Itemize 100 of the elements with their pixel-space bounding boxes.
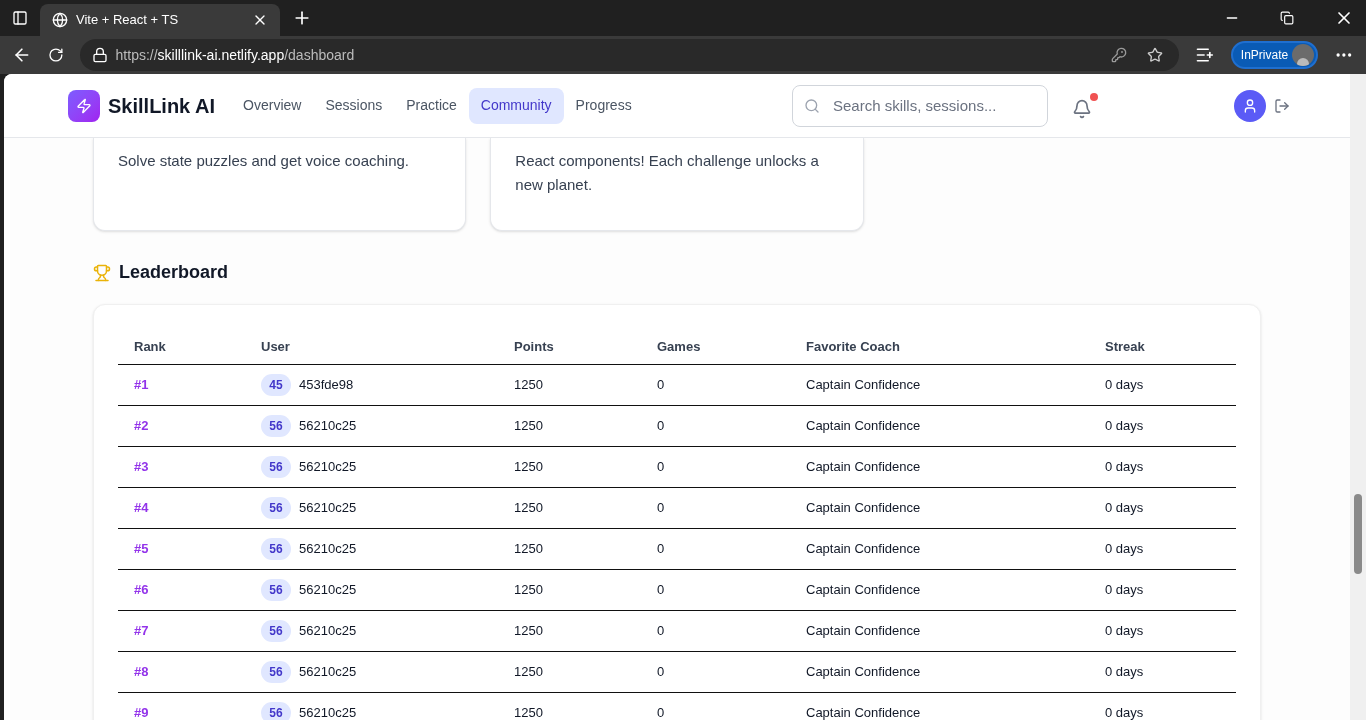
notification-bell[interactable] xyxy=(1072,92,1098,119)
star-icon[interactable] xyxy=(1147,47,1164,63)
user-cell-text: 56210c25 xyxy=(299,622,357,641)
points-cell: 1250 xyxy=(514,418,543,434)
points-cell: 1250 xyxy=(514,623,543,639)
url-text: https://skilllink-ai.netlify.app/dashboard xyxy=(115,45,356,65)
streak-cell: 0 days xyxy=(1105,705,1144,720)
user-badge: 56 xyxy=(261,661,291,683)
rank-cell: #8 xyxy=(134,664,149,680)
games-cell: 0 xyxy=(657,705,665,720)
favorites-icon[interactable] xyxy=(1195,45,1215,65)
games-cell: 0 xyxy=(657,500,665,516)
games-cell: 0 xyxy=(657,418,665,434)
rank-cell: #9 xyxy=(134,705,149,720)
nav-tab[interactable]: Overview xyxy=(231,87,314,124)
card-description: new planet. xyxy=(515,175,594,195)
section-title: Leaderboard xyxy=(119,261,229,284)
points-cell: 1250 xyxy=(514,582,543,598)
search-icon xyxy=(804,97,820,114)
sidebar-icon[interactable] xyxy=(12,10,28,26)
user-badge: 56 xyxy=(261,702,291,720)
coach-cell: Captain Confidence xyxy=(806,459,921,475)
streak-cell: 0 days xyxy=(1105,582,1144,598)
user-cell-text: 56210c25 xyxy=(299,663,357,682)
nav-tab[interactable]: Progress xyxy=(563,87,644,124)
streak-cell: 0 days xyxy=(1105,418,1144,434)
globe-icon xyxy=(52,12,68,28)
rank-cell: #1 xyxy=(134,377,149,393)
streak-cell: 0 days xyxy=(1105,459,1144,475)
brand-name[interactable]: SkillLink AI xyxy=(108,90,216,121)
rank-cell: #5 xyxy=(134,541,149,557)
points-cell: 1250 xyxy=(514,459,543,475)
game-card[interactable]: React components! Each challenge unlocks a new planet. xyxy=(490,138,864,231)
user-badge: 56 xyxy=(261,497,291,519)
avatar-icon xyxy=(1292,44,1315,66)
coach-cell: Captain Confidence xyxy=(806,623,921,639)
column-header: Games xyxy=(657,338,701,354)
points-cell: 1250 xyxy=(514,377,543,393)
streak-cell: 0 days xyxy=(1105,500,1144,516)
browser-tab[interactable]: Vite + React + TS xyxy=(40,4,280,36)
coach-cell: Captain Confidence xyxy=(806,500,921,516)
inprivate-badge[interactable]: InPrivate xyxy=(1230,41,1319,69)
address-bar[interactable]: https://skilllink-ai.netlify.app/dashboard xyxy=(79,39,1180,71)
user-cell-text: 56210c25 xyxy=(299,499,357,518)
points-cell: 1250 xyxy=(514,500,543,516)
search-field[interactable]: Search skills, sessions... xyxy=(792,84,1048,127)
user-cell-text: 453fde98 xyxy=(299,376,354,395)
games-cell: 0 xyxy=(657,459,665,475)
rank-cell: #7 xyxy=(134,623,149,639)
coach-cell: Captain Confidence xyxy=(806,582,921,598)
user-cell-text: 56210c25 xyxy=(299,417,357,436)
rank-cell: #3 xyxy=(134,459,149,475)
games-cell: 0 xyxy=(657,664,665,680)
coach-cell: Captain Confidence xyxy=(806,418,921,434)
games-cell: 0 xyxy=(657,377,665,393)
user-cell-text: 56210c25 xyxy=(299,458,357,477)
card-description: Solve state puzzles and get voice coaching. xyxy=(118,151,410,171)
games-cell: 0 xyxy=(657,541,665,557)
rank-cell: #2 xyxy=(134,418,149,434)
user-cell-text: 56210c25 xyxy=(299,704,357,720)
user-badge: 56 xyxy=(261,456,291,478)
coach-cell: Captain Confidence xyxy=(806,377,921,393)
points-cell: 1250 xyxy=(514,541,543,557)
streak-cell: 0 days xyxy=(1105,541,1144,557)
trophy-icon xyxy=(93,263,111,282)
column-header: Favorite Coach xyxy=(806,338,900,354)
column-header: Points xyxy=(514,338,554,354)
games-cell: 0 xyxy=(657,582,665,598)
user-badge: 56 xyxy=(261,538,291,560)
points-cell: 1250 xyxy=(514,705,543,720)
user-badge: 45 xyxy=(261,374,291,396)
user-badge: 56 xyxy=(261,415,291,437)
reload-icon[interactable] xyxy=(47,47,64,63)
column-header: Rank xyxy=(134,338,166,354)
tab-title: Vite + React + TS xyxy=(76,11,180,30)
user-cell-text: 56210c25 xyxy=(299,581,357,600)
rank-cell: #6 xyxy=(134,582,149,598)
nav-tab[interactable]: Community xyxy=(468,87,564,124)
nav-tab[interactable]: Practice xyxy=(394,87,469,124)
streak-cell: 0 days xyxy=(1105,664,1144,680)
user-badge: 56 xyxy=(261,620,291,642)
lock-icon xyxy=(91,47,108,63)
coach-cell: Captain Confidence xyxy=(806,705,921,720)
games-cell: 0 xyxy=(657,623,665,639)
restore-icon[interactable] xyxy=(1280,11,1294,25)
streak-cell: 0 days xyxy=(1105,377,1144,393)
logout-icon[interactable] xyxy=(1274,97,1290,114)
rank-cell: #4 xyxy=(134,500,149,516)
column-header: Streak xyxy=(1105,338,1145,354)
nav-tab[interactable]: Sessions xyxy=(313,87,395,124)
user-avatar[interactable] xyxy=(1234,89,1266,122)
coach-cell: Captain Confidence xyxy=(806,664,921,680)
user-badge: 56 xyxy=(261,579,291,601)
scrollbar[interactable] xyxy=(1350,74,1366,720)
key-icon[interactable] xyxy=(1111,47,1128,63)
game-card[interactable]: Solve state puzzles and get voice coaching. xyxy=(93,138,467,231)
user-cell-text: 56210c25 xyxy=(299,540,357,559)
card-description: React components! Each challenge unlocks a xyxy=(515,151,820,171)
points-cell: 1250 xyxy=(514,664,543,680)
logo-icon[interactable] xyxy=(68,89,100,122)
